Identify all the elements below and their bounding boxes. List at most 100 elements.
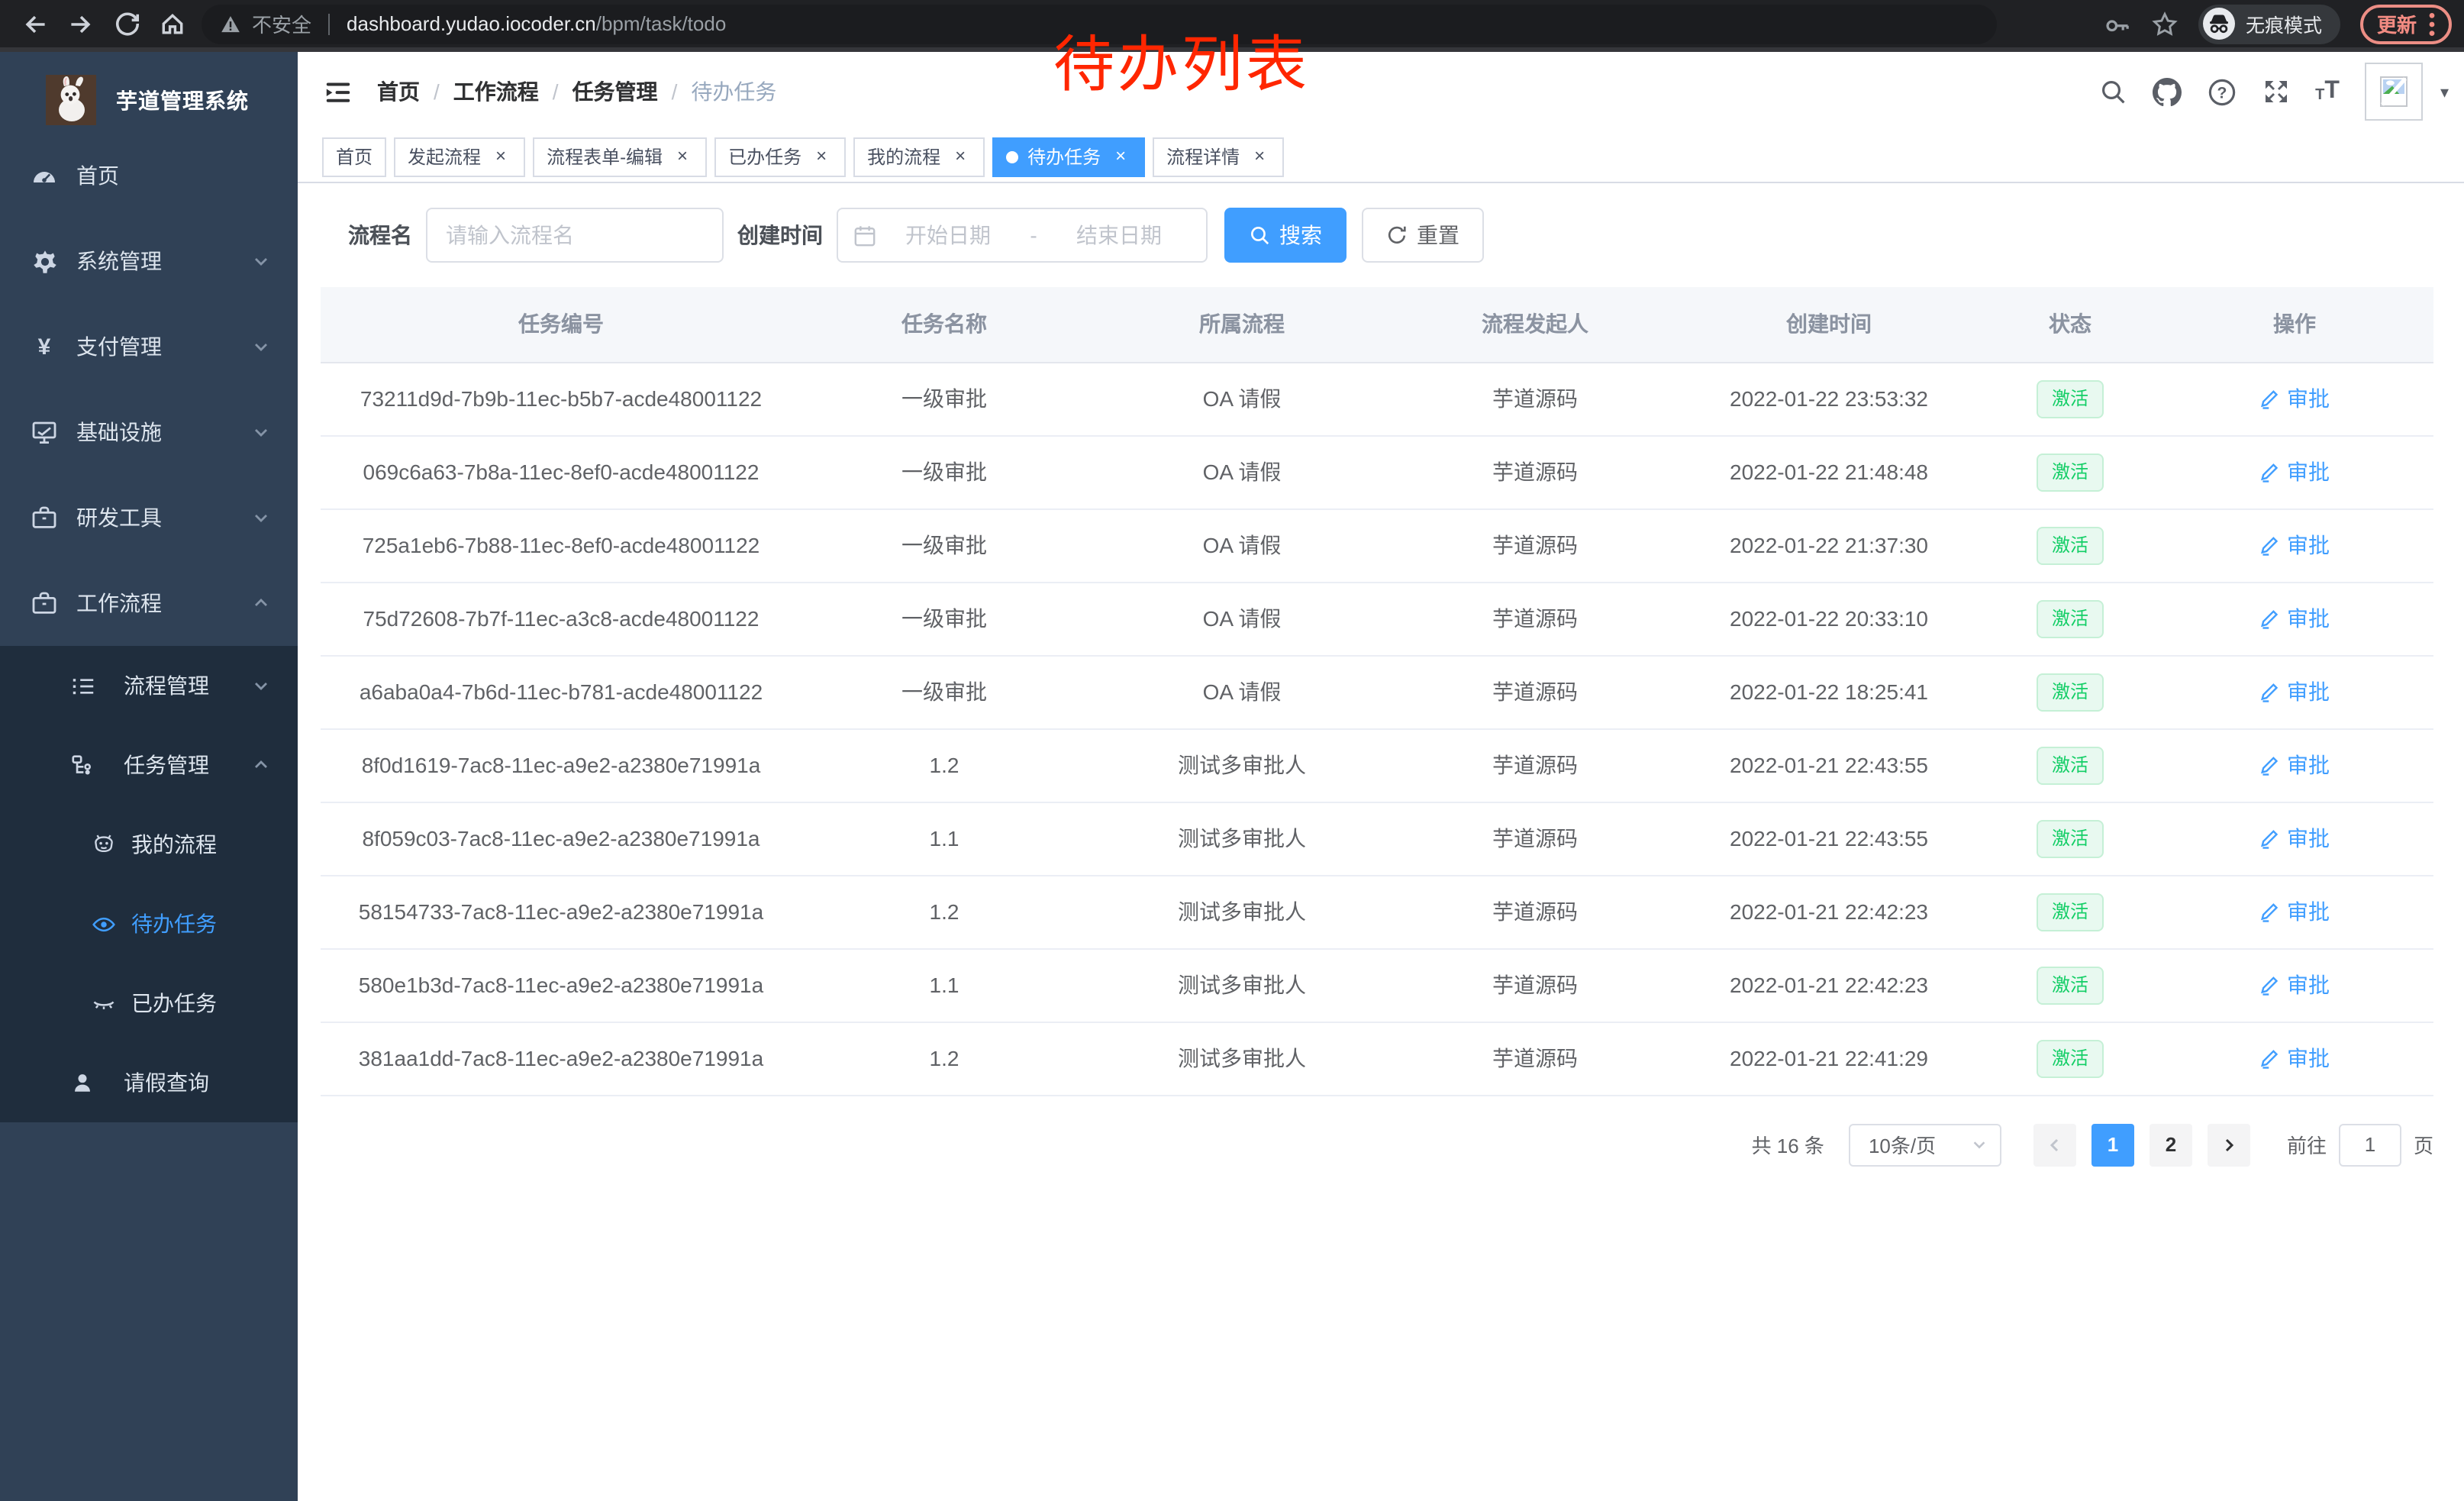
sidebar-item-system[interactable]: 系统管理 — [0, 218, 298, 304]
sidebar-item-todo-tasks[interactable]: 待办任务 — [0, 884, 298, 964]
prev-page-button[interactable] — [2033, 1123, 2076, 1166]
browser-forward-button[interactable] — [58, 4, 104, 44]
sidebar-item-payment[interactable]: ¥ 支付管理 — [0, 304, 298, 389]
tab[interactable]: 已办任务× — [714, 137, 846, 176]
process-name-input[interactable] — [426, 208, 724, 263]
next-page-button[interactable] — [2208, 1123, 2250, 1166]
search-icon[interactable] — [2098, 78, 2126, 105]
date-range-picker[interactable]: 开始日期 - 结束日期 — [837, 208, 1208, 263]
tab-close-icon[interactable]: × — [672, 146, 693, 167]
status-cell: 激活 — [1985, 1022, 2156, 1095]
approve-link[interactable]: 审批 — [2259, 750, 2330, 780]
breadcrumb-task-management[interactable]: 任务管理 — [572, 76, 658, 107]
url-domain: dashboard.yudao.iocoder.cn — [347, 12, 596, 35]
tab-label: 待办任务 — [1027, 144, 1101, 169]
approve-link[interactable]: 审批 — [2259, 823, 2330, 854]
tab[interactable]: 首页 — [322, 137, 386, 176]
tab-close-icon[interactable]: × — [950, 146, 971, 167]
sidebar-item-task-management[interactable]: 任务管理 — [0, 725, 298, 805]
sidebar-item-process-management[interactable]: 流程管理 — [0, 646, 298, 725]
tab[interactable]: 发起流程× — [394, 137, 525, 176]
eye-closed-icon — [92, 990, 116, 1016]
breadcrumb-separator: / — [553, 79, 559, 104]
sidebar-item-label: 流程管理 — [124, 670, 209, 701]
browser-back-button[interactable] — [12, 4, 58, 44]
status-cell: 激活 — [1985, 728, 2156, 802]
approve-link[interactable]: 审批 — [2259, 383, 2330, 414]
breadcrumb-workflow[interactable]: 工作流程 — [453, 76, 539, 107]
created-cell: 2022-01-21 22:42:23 — [1673, 875, 1985, 948]
task-name-cell: 一级审批 — [801, 655, 1087, 728]
tab[interactable]: 流程详情× — [1153, 137, 1284, 176]
tab[interactable]: 我的流程× — [853, 137, 985, 176]
approve-link[interactable]: 审批 — [2259, 530, 2330, 560]
status-cell: 激活 — [1985, 435, 2156, 508]
created-cell: 2022-01-22 23:53:32 — [1673, 362, 1985, 435]
goto-page-input[interactable] — [2339, 1123, 2401, 1166]
fullscreen-icon[interactable] — [2262, 78, 2289, 105]
approve-link[interactable]: 审批 — [2259, 457, 2330, 487]
table-body: 73211d9d-7b9b-11ec-b5b7-acde48001122 一级审… — [321, 362, 2433, 1095]
page-number-button[interactable]: 1 — [2091, 1123, 2134, 1166]
task-id-cell: 73211d9d-7b9b-11ec-b5b7-acde48001122 — [321, 362, 801, 435]
breadcrumb-home[interactable]: 首页 — [377, 76, 420, 107]
approve-link[interactable]: 审批 — [2259, 1043, 2330, 1073]
table-row: 580e1b3d-7ac8-11ec-a9e2-a2380e71991a 1.1… — [321, 948, 2433, 1022]
search-button[interactable]: 搜索 — [1224, 208, 1346, 263]
sidebar-item-leave-query[interactable]: 请假查询 — [0, 1043, 298, 1122]
help-icon[interactable]: ? — [2207, 77, 2236, 106]
sidebar-item-devtools[interactable]: 研发工具 — [0, 475, 298, 560]
top-navbar: 首页 / 工作流程 / 任务管理 / 待办任务 ? TT ▾ — [298, 52, 2464, 131]
reset-button[interactable]: 重置 — [1362, 208, 1484, 263]
initiator-cell: 芋道源码 — [1397, 582, 1673, 655]
screen: 不安全 dashboard.yudao.iocoder.cn/bpm/task/… — [0, 0, 2464, 1501]
edit-pencil-icon — [2259, 389, 2279, 408]
tab-close-icon[interactable]: × — [490, 146, 511, 167]
avatar[interactable] — [2366, 63, 2424, 121]
font-size-icon[interactable]: TT — [2315, 79, 2340, 104]
browser-menu-dots-icon[interactable] — [2429, 11, 2435, 36]
tab-active-dot — [1006, 150, 1018, 163]
total-count: 共 16 条 — [1752, 1130, 1824, 1159]
page-number-button[interactable]: 2 — [2150, 1123, 2192, 1166]
app-logo-row[interactable]: 芋道管理系统 — [0, 52, 298, 133]
approve-link[interactable]: 审批 — [2259, 676, 2330, 707]
caret-down-icon[interactable]: ▾ — [2440, 82, 2449, 102]
page-size-select[interactable]: 10条/页 — [1849, 1123, 2001, 1166]
sidebar-item-infrastructure[interactable]: 基础设施 — [0, 389, 298, 475]
approve-link[interactable]: 审批 — [2259, 970, 2330, 1000]
sidebar-item-workflow[interactable]: 工作流程 — [0, 560, 298, 646]
sidebar-item-my-process[interactable]: 我的流程 — [0, 805, 298, 884]
tab-close-icon[interactable]: × — [811, 146, 832, 167]
page-buttons: 12 — [2084, 1123, 2200, 1166]
status-cell: 激活 — [1985, 582, 2156, 655]
breadcrumb-current: 待办任务 — [691, 76, 776, 107]
search-icon — [1249, 224, 1270, 246]
browser-update-button[interactable]: 更新 — [2360, 4, 2452, 44]
incognito-badge: 无痕模式 — [2198, 4, 2340, 44]
process-cell: OA 请假 — [1087, 582, 1397, 655]
tab[interactable]: 待办任务 × — [992, 137, 1145, 176]
edit-pencil-icon — [2259, 535, 2279, 555]
reset-button-label: 重置 — [1417, 220, 1459, 250]
approve-link[interactable]: 审批 — [2259, 896, 2330, 927]
approve-link[interactable]: 审批 — [2259, 603, 2330, 634]
tab[interactable]: 流程表单-编辑× — [533, 137, 707, 176]
edit-pencil-icon — [2259, 682, 2279, 702]
sidebar-collapse-button[interactable] — [310, 64, 365, 119]
sidebar-item-home[interactable]: 首页 — [0, 133, 298, 218]
omnibox-divider — [328, 13, 330, 34]
main-area: 首页 / 工作流程 / 任务管理 / 待办任务 ? TT ▾ — [298, 52, 2464, 1501]
browser-reload-button[interactable] — [104, 4, 150, 44]
github-icon[interactable] — [2152, 77, 2181, 106]
key-icon[interactable] — [2104, 10, 2131, 37]
browser-home-button[interactable] — [150, 4, 195, 44]
status-cell: 激活 — [1985, 802, 2156, 875]
sidebar-item-done-tasks[interactable]: 已办任务 — [0, 964, 298, 1043]
bookmark-star-icon[interactable] — [2151, 10, 2179, 37]
sidebar-item-label: 任务管理 — [124, 750, 209, 780]
initiator-cell: 芋道源码 — [1397, 948, 1673, 1022]
initiator-cell: 芋道源码 — [1397, 728, 1673, 802]
tab-close-icon[interactable]: × — [1110, 146, 1131, 167]
tab-close-icon[interactable]: × — [1249, 146, 1270, 167]
